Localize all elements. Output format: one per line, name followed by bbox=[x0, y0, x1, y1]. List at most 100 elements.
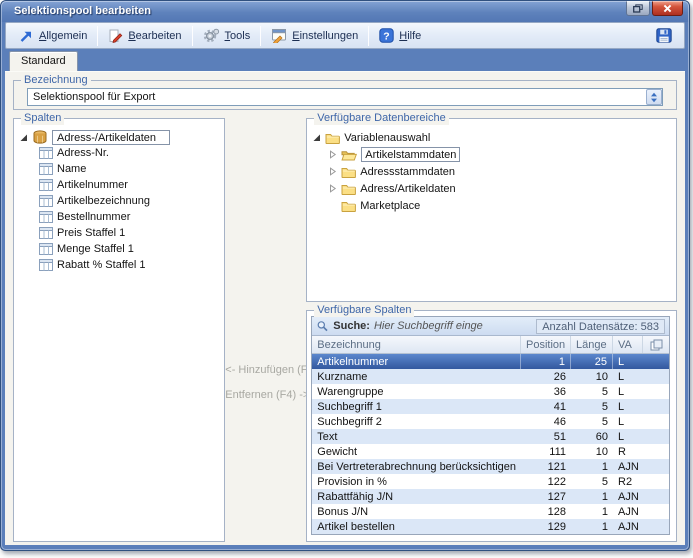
cell-laenge[interactable]: 5 bbox=[571, 414, 613, 429]
table-row[interactable]: Kurzname 26 10 L bbox=[312, 369, 669, 384]
cell-bezeichnung[interactable]: Bei Vertreterabrechnung berücksichtigen bbox=[312, 459, 521, 474]
table-row[interactable]: Rabattfähig J/N 127 1 AJN bbox=[312, 489, 669, 504]
tree-expanded-icon[interactable] bbox=[312, 133, 321, 142]
tab-standard[interactable]: Standard bbox=[9, 51, 78, 71]
tree-node-label[interactable]: Adress-/Artikeldaten bbox=[52, 130, 170, 145]
table-row[interactable]: Text 51 60 L bbox=[312, 429, 669, 444]
table-row[interactable]: Suchbegriff 2 46 5 L bbox=[312, 414, 669, 429]
cell-laenge[interactable]: 10 bbox=[571, 444, 613, 459]
cell-laenge[interactable]: 5 bbox=[571, 384, 613, 399]
cell-position[interactable]: 122 bbox=[521, 474, 571, 489]
tree-node-label[interactable]: Artikelnummer bbox=[57, 179, 128, 191]
table-row[interactable]: Suchbegriff 1 41 5 L bbox=[312, 399, 669, 414]
cell-bezeichnung[interactable]: Text bbox=[312, 429, 521, 444]
cell-va[interactable]: L bbox=[613, 369, 669, 384]
header-position[interactable]: Position bbox=[521, 336, 571, 353]
tree-node-label[interactable]: Adressstammdaten bbox=[360, 166, 455, 178]
cell-va[interactable]: AJN bbox=[613, 519, 669, 534]
combobox-dropdown-button[interactable] bbox=[646, 89, 662, 105]
cell-bezeichnung[interactable]: Artikelnummer bbox=[312, 354, 521, 369]
tree-node-label[interactable]: Variablenauswahl bbox=[344, 132, 430, 144]
tree-node[interactable]: Artikelbezeichnung bbox=[17, 193, 221, 209]
cell-laenge[interactable]: 1 bbox=[571, 519, 613, 534]
cell-position[interactable]: 26 bbox=[521, 369, 571, 384]
tree-node[interactable]: Artikelnummer bbox=[17, 177, 221, 193]
cell-bezeichnung[interactable]: Bonus J/N bbox=[312, 504, 521, 519]
restore-button[interactable] bbox=[626, 1, 650, 16]
cell-position[interactable]: 127 bbox=[521, 489, 571, 504]
tree-node-label[interactable]: Bestellnummer bbox=[57, 211, 130, 223]
toolbar-item-hilfe[interactable]: ? Hilfe bbox=[370, 25, 430, 47]
cell-position[interactable]: 41 bbox=[521, 399, 571, 414]
table-row[interactable]: Artikel bestellen 129 1 AJN bbox=[312, 519, 669, 534]
cell-bezeichnung[interactable]: Warengruppe bbox=[312, 384, 521, 399]
cell-va[interactable]: L bbox=[613, 384, 669, 399]
cell-bezeichnung[interactable]: Provision in % bbox=[312, 474, 521, 489]
table-row[interactable]: Gewicht 111 10 R bbox=[312, 444, 669, 459]
cell-va[interactable]: AJN bbox=[613, 504, 669, 519]
search-input[interactable]: Hier Suchbegriff einge bbox=[374, 320, 532, 332]
cell-position[interactable]: 51 bbox=[521, 429, 571, 444]
cell-laenge[interactable]: 60 bbox=[571, 429, 613, 444]
toolbar-item-einstellungen[interactable]: Einstellungen bbox=[262, 25, 367, 47]
bezeichnung-combobox[interactable]: Selektionspool für Export bbox=[27, 88, 663, 106]
save-button[interactable] bbox=[648, 28, 680, 43]
header-laenge[interactable]: Länge bbox=[571, 336, 613, 353]
tree-expanded-icon[interactable] bbox=[19, 133, 28, 142]
tree-node[interactable]: Adressstammdaten bbox=[310, 163, 673, 180]
toolbar-item-bearbeiten[interactable]: Bearbeiten bbox=[99, 25, 190, 47]
tree-collapsed-icon[interactable] bbox=[328, 150, 337, 159]
cell-va[interactable]: L bbox=[613, 354, 669, 369]
header-bezeichnung[interactable]: Bezeichnung bbox=[312, 336, 521, 353]
cell-va[interactable]: L bbox=[613, 414, 669, 429]
tree-node-label[interactable]: Artikelstammdaten bbox=[361, 147, 460, 162]
header-va[interactable]: VA bbox=[613, 336, 643, 353]
cell-position[interactable]: 121 bbox=[521, 459, 571, 474]
cell-bezeichnung[interactable]: Kurzname bbox=[312, 369, 521, 384]
toolbar-item-tools[interactable]: Tools bbox=[194, 25, 260, 47]
cell-position[interactable]: 1 bbox=[521, 354, 571, 369]
tree-node-root[interactable]: Variablenauswahl bbox=[310, 129, 673, 146]
cell-position[interactable]: 111 bbox=[521, 444, 571, 459]
cell-va[interactable]: L bbox=[613, 429, 669, 444]
cell-va[interactable]: AJN bbox=[613, 489, 669, 504]
tree-collapsed-icon[interactable] bbox=[328, 184, 337, 193]
remove-button[interactable]: Entfernen (F4) -> bbox=[225, 389, 306, 401]
tree-node-root[interactable]: Adress-/Artikeldaten bbox=[17, 129, 221, 145]
cell-laenge[interactable]: 5 bbox=[571, 399, 613, 414]
tree-node[interactable]: Rabatt % Staffel 1 bbox=[17, 257, 221, 273]
cell-position[interactable]: 36 bbox=[521, 384, 571, 399]
tree-node[interactable]: Marketplace bbox=[310, 197, 673, 214]
tree-node[interactable]: Bestellnummer bbox=[17, 209, 221, 225]
cell-bezeichnung[interactable]: Suchbegriff 1 bbox=[312, 399, 521, 414]
cell-bezeichnung[interactable]: Rabattfähig J/N bbox=[312, 489, 521, 504]
table-row[interactable]: Bei Vertreterabrechnung berücksichtigen … bbox=[312, 459, 669, 474]
cell-position[interactable]: 128 bbox=[521, 504, 571, 519]
tree-node[interactable]: Preis Staffel 1 bbox=[17, 225, 221, 241]
cell-laenge[interactable]: 10 bbox=[571, 369, 613, 384]
cell-bezeichnung[interactable]: Artikel bestellen bbox=[312, 519, 521, 534]
tree-node-label[interactable]: Preis Staffel 1 bbox=[57, 227, 125, 239]
table-row[interactable]: Provision in % 122 5 R2 bbox=[312, 474, 669, 489]
toolbar-item-allgemein[interactable]: Allgemein bbox=[10, 25, 96, 47]
cell-va[interactable]: AJN bbox=[613, 459, 669, 474]
table-row[interactable]: Artikelnummer 1 25 L bbox=[312, 354, 669, 369]
tree-node[interactable]: Name bbox=[17, 161, 221, 177]
table-row[interactable]: Warengruppe 36 5 L bbox=[312, 384, 669, 399]
tree-node-label[interactable]: Artikelbezeichnung bbox=[57, 195, 150, 207]
cell-laenge[interactable]: 5 bbox=[571, 474, 613, 489]
cell-position[interactable]: 46 bbox=[521, 414, 571, 429]
cell-va[interactable]: R bbox=[613, 444, 669, 459]
cell-laenge[interactable]: 1 bbox=[571, 504, 613, 519]
cell-va[interactable]: L bbox=[613, 399, 669, 414]
tree-node[interactable]: Menge Staffel 1 bbox=[17, 241, 221, 257]
add-button[interactable]: <- Hinzufügen (F3) bbox=[225, 364, 306, 376]
tree-node-label[interactable]: Name bbox=[57, 163, 86, 175]
tree-node[interactable]: Adress/Artikeldaten bbox=[310, 180, 673, 197]
tree-node-label[interactable]: Adress-Nr. bbox=[57, 147, 109, 159]
tree-node-label[interactable]: Rabatt % Staffel 1 bbox=[57, 259, 145, 271]
tree-node-label[interactable]: Marketplace bbox=[360, 200, 420, 212]
tree-node-label[interactable]: Adress/Artikeldaten bbox=[360, 183, 455, 195]
cell-laenge[interactable]: 1 bbox=[571, 489, 613, 504]
column-chooser-button[interactable] bbox=[643, 336, 669, 353]
